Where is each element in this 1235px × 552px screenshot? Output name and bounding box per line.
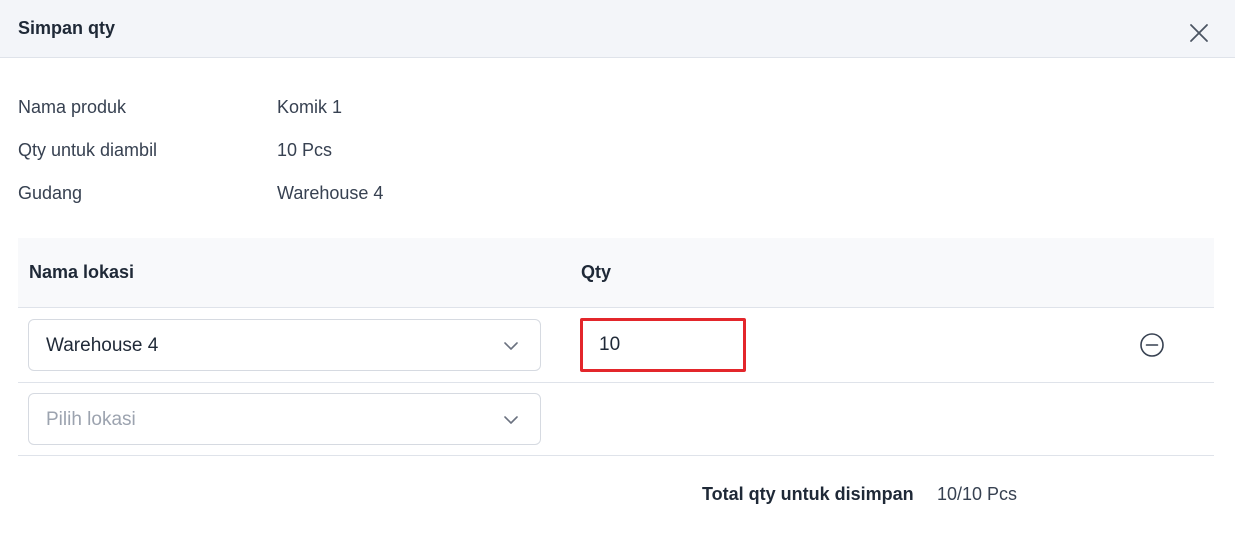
remove-row-button[interactable]	[1139, 332, 1165, 358]
chevron-down-icon	[501, 336, 521, 356]
qty-input[interactable]	[580, 318, 746, 372]
minus-circle-icon	[1140, 333, 1164, 357]
row-divider	[18, 455, 1214, 456]
qty-to-take-value: 10 Pcs	[277, 140, 333, 160]
row-divider	[18, 382, 1214, 383]
total-qty-value: 10/10 Pcs	[937, 484, 1018, 504]
total-qty-label: Total qty untuk disimpan	[702, 484, 914, 504]
product-name-value: Komik 1	[277, 97, 343, 117]
table-header: Nama lokasi Qty	[18, 238, 1214, 308]
location-select[interactable]: Warehouse 4	[28, 319, 541, 371]
chevron-down-icon	[501, 410, 521, 430]
qty-to-take-label: Qty untuk diambil	[18, 140, 158, 160]
column-header-location: Nama lokasi	[29, 262, 135, 282]
close-icon	[1190, 24, 1208, 42]
column-header-qty: Qty	[581, 262, 612, 282]
location-select-value: Warehouse 4	[46, 335, 159, 356]
new-location-placeholder: Pilih lokasi	[46, 409, 136, 430]
warehouse-value: Warehouse 4	[277, 183, 384, 203]
modal-title: Simpan qty	[18, 18, 116, 38]
modal-header: Simpan qty	[0, 0, 1235, 58]
close-button[interactable]	[1184, 18, 1214, 48]
new-location-select[interactable]: Pilih lokasi	[28, 393, 541, 445]
product-name-label: Nama produk	[18, 97, 127, 117]
warehouse-label: Gudang	[18, 183, 83, 203]
